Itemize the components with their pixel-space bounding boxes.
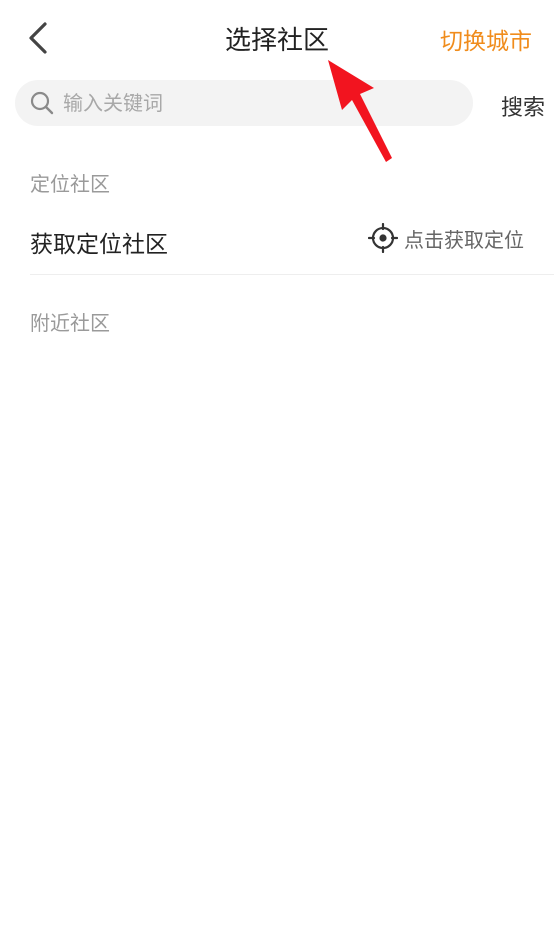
search-bar: 搜索 [15,80,545,126]
search-button[interactable]: 搜索 [501,90,545,122]
search-input[interactable] [63,91,443,115]
switch-city-button[interactable]: 切换城市 [440,22,532,56]
crosshair-icon [368,223,398,253]
get-location-button[interactable]: 点击获取定位 [368,223,524,253]
search-field[interactable] [15,80,473,126]
top-bar: 选择社区 切换城市 [0,0,554,78]
locate-community-row: 获取定位社区 点击获取定位 [30,205,554,275]
search-icon [29,90,55,116]
chevron-left-icon [29,22,47,54]
locate-section-header: 定位社区 [30,172,110,196]
nearby-section-header: 附近社区 [30,311,110,335]
locate-community-label: 获取定位社区 [30,232,168,258]
get-location-label: 点击获取定位 [404,227,524,252]
select-community-page: 选择社区 切换城市 搜索 定位社区 获取定位社区 [0,0,554,945]
back-button[interactable] [18,18,58,58]
